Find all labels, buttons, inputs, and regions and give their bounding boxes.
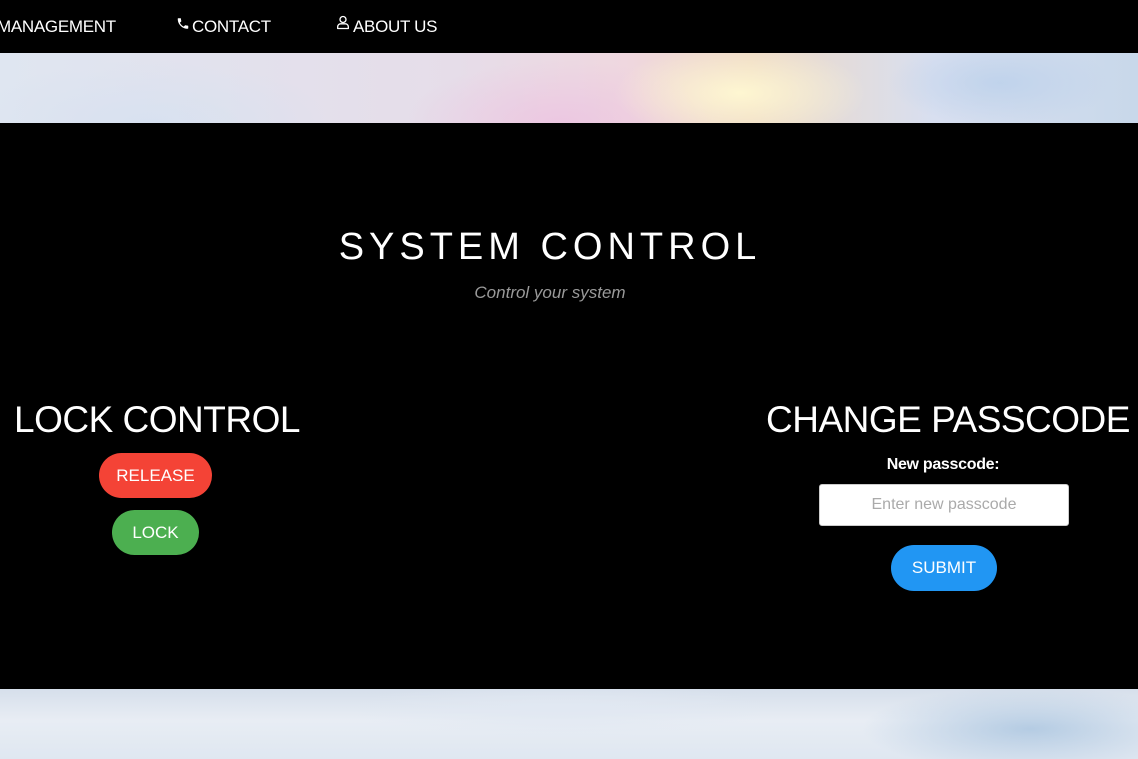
release-button[interactable]: RELEASE <box>99 453 212 498</box>
nav-contact-label: CONTACT <box>192 17 271 36</box>
phone-icon <box>176 0 190 52</box>
nav-management-label: MANAGEMENT <box>0 17 116 36</box>
section-title: SYSTEM CONTROL <box>338 226 762 268</box>
system-control-section: SYSTEM CONTROL Control your system LOCK … <box>0 123 1138 689</box>
nav-about-label: ABOUT US <box>353 17 438 36</box>
change-passcode-title: CHANGE PASSCODE <box>766 399 1130 440</box>
top-navbar: MANAGEMENT CONTACT ABOUT US <box>0 0 1138 53</box>
section-subtitle: Control your system <box>474 283 626 302</box>
nav-contact-link[interactable]: CONTACT <box>176 0 271 53</box>
new-passcode-label: New passcode: <box>886 456 1000 473</box>
nav-about-link[interactable]: ABOUT US <box>335 0 438 53</box>
new-passcode-input[interactable] <box>819 484 1069 526</box>
lock-button[interactable]: LOCK <box>112 510 199 555</box>
submit-button[interactable]: SUBMIT <box>891 545 997 591</box>
nav-management-link[interactable]: MANAGEMENT <box>0 0 116 53</box>
lock-control-title: LOCK CONTROL <box>14 399 300 440</box>
user-icon <box>335 0 351 52</box>
hero-background-image <box>0 53 1138 123</box>
footer-background-image <box>0 689 1138 759</box>
